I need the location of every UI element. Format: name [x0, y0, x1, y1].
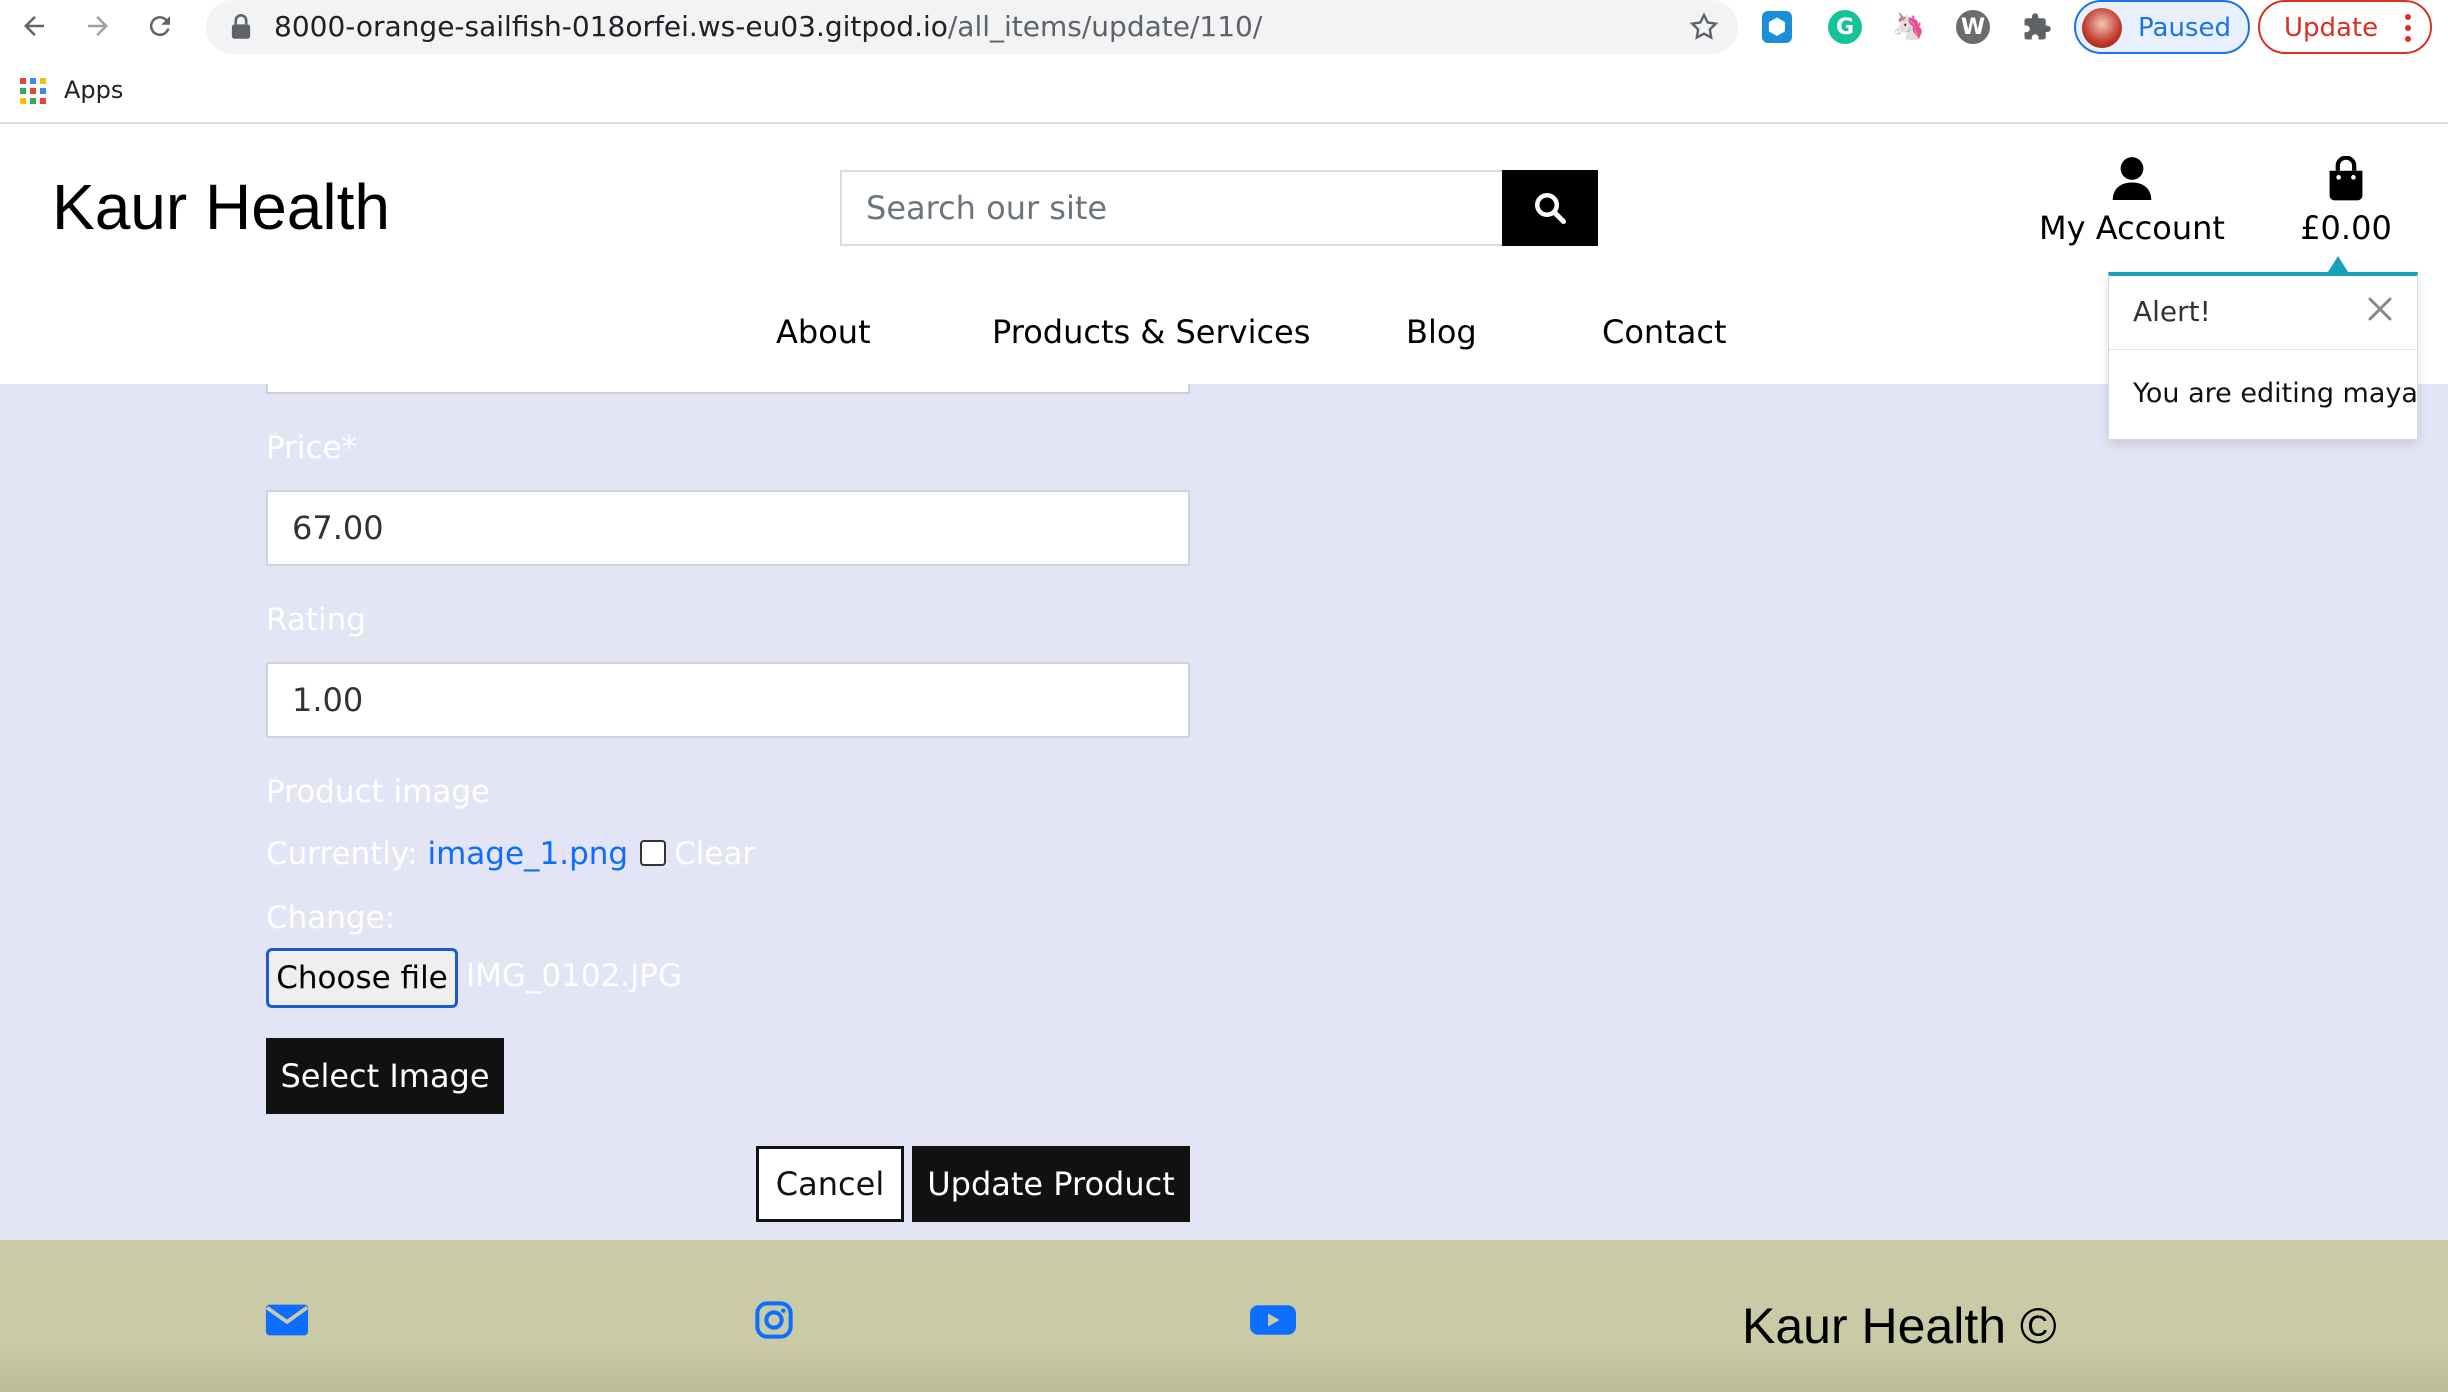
- search-icon: [1535, 193, 1567, 225]
- apps-bookmark[interactable]: Apps: [64, 74, 123, 106]
- selected-file-name: IMG_0102.JPG: [466, 958, 683, 994]
- edit-product-form: Price* Rating Product image Currently: i…: [0, 384, 2448, 1240]
- toast-arrow: [2328, 256, 2348, 272]
- arrow-left-icon: [24, 16, 44, 36]
- main-nav: About Products & Services Blog Contact: [0, 302, 2448, 362]
- update-label: Update: [2284, 13, 2379, 43]
- my-account-link[interactable]: My Account: [2036, 156, 2228, 252]
- price-input[interactable]: [266, 490, 1190, 566]
- reload-button[interactable]: [142, 8, 178, 44]
- bag-total: £0.00: [2300, 209, 2392, 247]
- reload-icon: [149, 16, 170, 37]
- puzzle-icon: [2024, 13, 2051, 40]
- back-button[interactable]: [16, 8, 52, 44]
- apps-grid-icon[interactable]: [20, 78, 46, 104]
- unicorn-extension-icon[interactable]: 🦄: [1892, 10, 1926, 44]
- browser-toolbar: 8000-orange-sailfish-018orfei.ws-eu03.gi…: [0, 0, 2448, 54]
- toast-title: Alert!: [2133, 295, 2211, 328]
- youtube-icon[interactable]: [1250, 1300, 1296, 1340]
- price-label: Price*: [266, 430, 358, 466]
- rating-label: Rating: [266, 602, 366, 638]
- description-textarea[interactable]: [266, 384, 1190, 394]
- site-header: Kaur Health My Account £0.00 About Produ…: [0, 126, 2448, 384]
- change-label: Change:: [266, 900, 396, 936]
- lock-icon: [231, 14, 251, 39]
- current-image-link[interactable]: image_1.png: [427, 836, 628, 872]
- instagram-icon[interactable]: [754, 1300, 794, 1340]
- grammarly-icon[interactable]: G: [1828, 10, 1862, 44]
- rating-input[interactable]: [266, 662, 1190, 738]
- alert-toast: Alert! You are editing maya: [2108, 272, 2418, 440]
- url-host: 8000-orange-sailfish-018orfei.ws-eu03.gi…: [274, 10, 948, 43]
- profile-chip[interactable]: Paused: [2074, 0, 2250, 54]
- search-button[interactable]: [1502, 170, 1598, 246]
- toast-message: You are editing maya: [2133, 378, 2418, 409]
- product-image-label: Product image: [266, 774, 491, 810]
- nav-products-services[interactable]: Products & Services: [992, 302, 1310, 362]
- bookmarks-bar: Apps: [0, 66, 2448, 124]
- footer-copyright: Kaur Health ©: [1742, 1298, 2057, 1354]
- select-image-button[interactable]: Select Image: [266, 1038, 504, 1114]
- envelope-icon[interactable]: [264, 1300, 310, 1340]
- clear-label: Clear: [674, 836, 756, 872]
- wordtune-icon[interactable]: W: [1956, 10, 1990, 44]
- extension-hex-icon[interactable]: ⬢: [1762, 11, 1792, 43]
- update-product-button[interactable]: Update Product: [912, 1146, 1190, 1222]
- search-input[interactable]: [840, 170, 1502, 246]
- extensions-puzzle-icon[interactable]: [2020, 10, 2054, 44]
- forward-button[interactable]: [80, 8, 116, 44]
- nav-about[interactable]: About: [776, 302, 871, 362]
- cancel-button[interactable]: Cancel: [756, 1146, 904, 1222]
- site-logo[interactable]: Kaur Health: [52, 166, 390, 248]
- site-footer: Kaur Health ©: [0, 1240, 2448, 1392]
- browser-update-button[interactable]: Update: [2258, 0, 2432, 54]
- shopping-bag-icon: [2329, 156, 2363, 201]
- profile-status: Paused: [2138, 13, 2231, 43]
- nav-blog[interactable]: Blog: [1406, 302, 1477, 362]
- bookmark-star-icon[interactable]: [1688, 11, 1720, 43]
- more-vertical-icon: [2404, 14, 2412, 44]
- avatar: [2082, 8, 2122, 48]
- close-icon[interactable]: [2365, 294, 2395, 324]
- arrow-right-icon: [88, 16, 108, 36]
- choose-file-button[interactable]: Choose file: [266, 948, 458, 1008]
- my-account-label: My Account: [2039, 209, 2225, 247]
- shopping-bag-link[interactable]: £0.00: [2294, 156, 2398, 252]
- url-text: 8000-orange-sailfish-018orfei.ws-eu03.gi…: [274, 9, 1262, 45]
- currently-label: Currently:: [266, 836, 418, 872]
- nav-contact[interactable]: Contact: [1602, 302, 1727, 362]
- user-icon: [2112, 157, 2152, 200]
- address-bar[interactable]: 8000-orange-sailfish-018orfei.ws-eu03.gi…: [206, 0, 1738, 54]
- toast-header: Alert!: [2109, 276, 2417, 350]
- url-path: /all_items/update/110/: [947, 10, 1263, 43]
- current-image-row: Currently: image_1.png Clear: [266, 834, 755, 874]
- clear-image-checkbox[interactable]: [640, 839, 667, 866]
